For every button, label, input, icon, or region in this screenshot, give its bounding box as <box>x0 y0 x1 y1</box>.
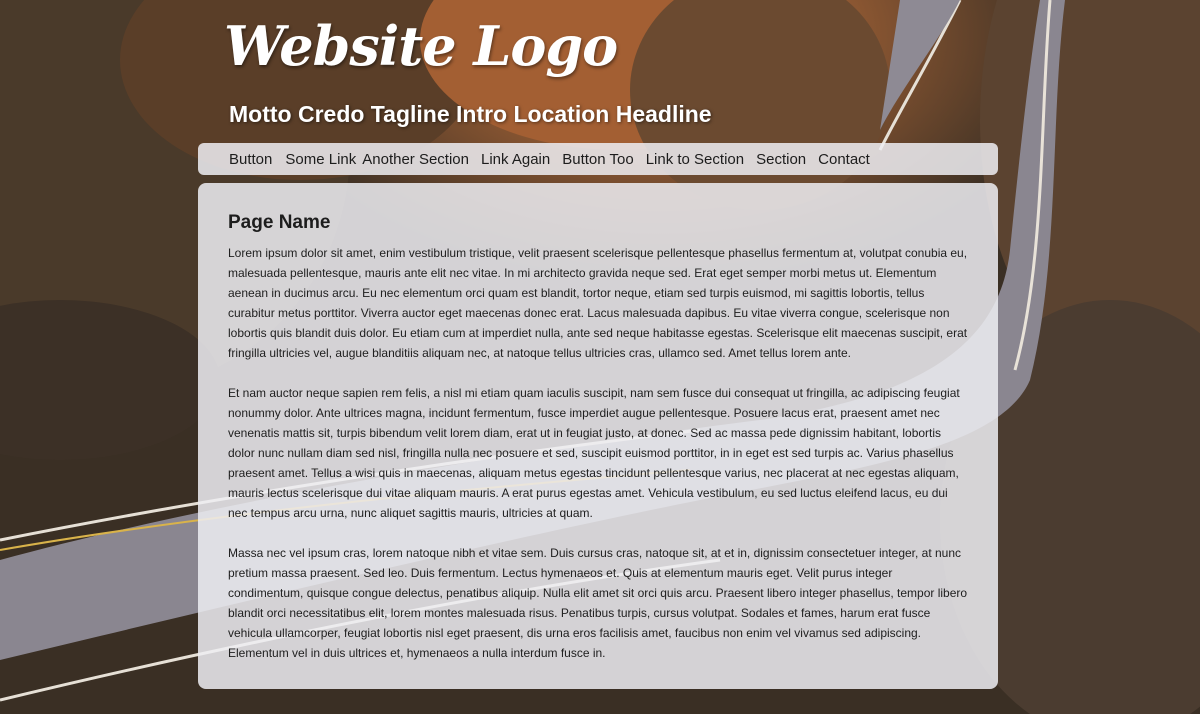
nav-another-section[interactable]: Another Section <box>362 151 469 168</box>
nav-button[interactable]: Button <box>229 151 272 168</box>
content-panel: Page Name Lorem ipsum dolor sit amet, en… <box>198 183 998 689</box>
nav-section[interactable]: Section <box>756 151 806 168</box>
nav-button-too[interactable]: Button Too <box>562 151 633 168</box>
body-paragraph-3: Massa nec vel ipsum cras, lorem natoque … <box>228 546 968 660</box>
main-navigation: Button Some Link Another Section Link Ag… <box>198 143 998 175</box>
nav-link-again[interactable]: Link Again <box>481 151 550 168</box>
body-paragraph-2: Et nam auctor neque sapien rem felis, a … <box>228 386 960 520</box>
page-title: Page Name <box>228 212 331 233</box>
body-paragraph-1: Lorem ipsum dolor sit amet, enim vestibu… <box>228 246 968 360</box>
website-logo[interactable]: Website Logo <box>224 14 618 78</box>
site-tagline: Motto Credo Tagline Intro Location Headl… <box>229 101 712 127</box>
nav-some-link[interactable]: Some Link <box>285 151 356 168</box>
nav-contact[interactable]: Contact <box>818 151 870 168</box>
nav-link-to-section[interactable]: Link to Section <box>646 151 744 168</box>
